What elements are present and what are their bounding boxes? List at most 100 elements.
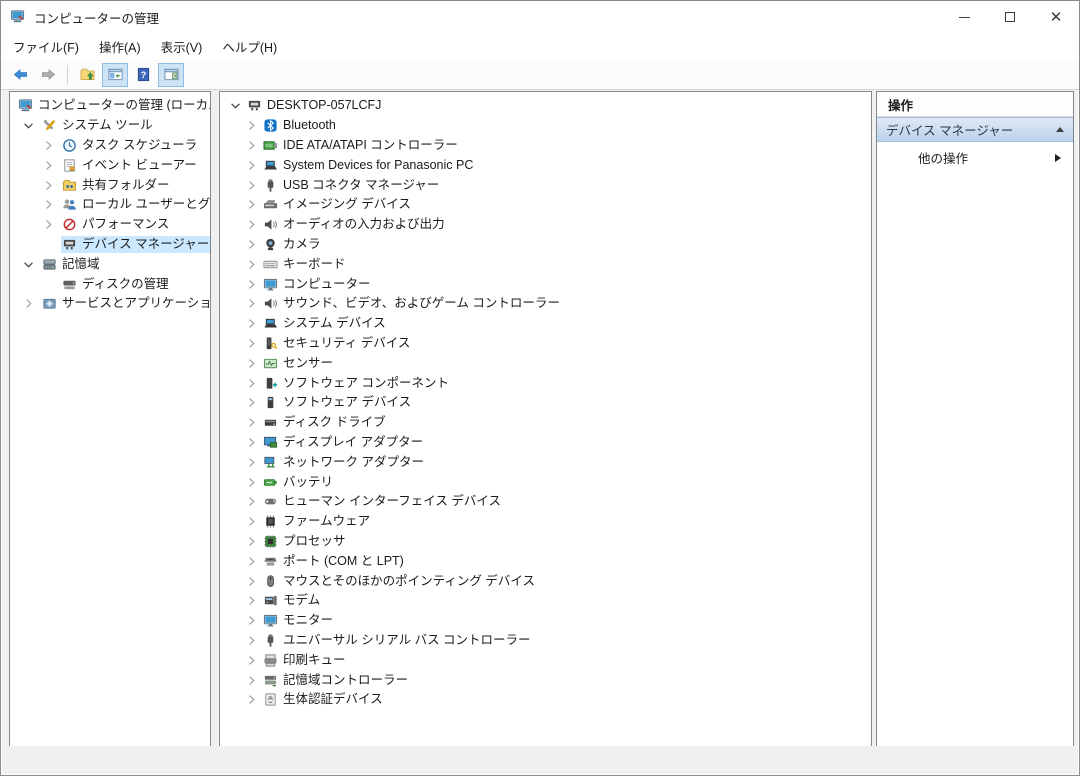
chevron-right-icon[interactable] [244, 633, 262, 648]
device-tree-item[interactable]: キーボード [220, 254, 871, 274]
device-tree-item[interactable]: オーディオの入力および出力 [220, 215, 871, 235]
chevron-right-icon[interactable] [244, 514, 262, 529]
close-button[interactable]: ✕ [1033, 1, 1079, 33]
console-tree-item[interactable]: パフォーマンス [10, 215, 210, 235]
device-tree-item[interactable]: ネットワーク アダプター [220, 452, 871, 472]
chevron-right-icon[interactable] [244, 217, 262, 232]
device-tree-item[interactable]: イメージング デバイス [220, 195, 871, 215]
device-tree-item[interactable]: IDE ATA/ATAPI コントローラー [220, 136, 871, 156]
collapse-icon[interactable] [1056, 127, 1064, 132]
chevron-right-icon[interactable] [244, 494, 262, 509]
chevron-right-icon[interactable] [244, 574, 262, 589]
console-tree-item[interactable]: システム ツール [10, 116, 210, 136]
chevron-down-icon[interactable] [21, 257, 41, 272]
console-tree-item[interactable]: コンピューターの管理 (ローカル) [10, 96, 210, 116]
chevron-right-icon[interactable] [244, 178, 262, 193]
device-tree-item[interactable]: バッテリ [220, 472, 871, 492]
device-tree-item[interactable]: ファームウェア [220, 512, 871, 532]
menu-item[interactable]: 表示(V) [151, 33, 213, 60]
chevron-right-icon[interactable] [244, 415, 262, 430]
chevron-right-icon[interactable] [244, 138, 262, 153]
chevron-right-icon[interactable] [244, 455, 262, 470]
chevron-right-icon[interactable] [244, 376, 262, 391]
maximize-button[interactable] [987, 1, 1033, 33]
chevron-right-icon[interactable] [244, 118, 262, 133]
chevron-right-icon[interactable] [244, 692, 262, 707]
chevron-right-icon[interactable] [244, 197, 262, 212]
device-tree-item[interactable]: カメラ [220, 235, 871, 255]
chevron-right-icon[interactable] [244, 534, 262, 549]
chevron-right-icon[interactable] [244, 593, 262, 608]
chevron-right-icon[interactable] [244, 613, 262, 628]
chevron-right-icon[interactable] [244, 673, 262, 688]
show-action-pane-button[interactable] [158, 63, 184, 87]
actions-group-device-manager[interactable]: デバイス マネージャー [877, 117, 1073, 142]
minimize-button[interactable] [941, 1, 987, 33]
chevron-right-icon[interactable] [244, 277, 262, 292]
help-button[interactable]: ? [130, 63, 156, 87]
device-tree-item[interactable]: モニター [220, 611, 871, 631]
device-tree-item[interactable]: ソフトウェア デバイス [220, 393, 871, 413]
device-tree-item[interactable]: プロセッサ [220, 532, 871, 552]
console-tree-item[interactable]: タスク スケジューラ [10, 136, 210, 156]
console-tree-item[interactable]: イベント ビューアー [10, 155, 210, 175]
chevron-right-icon[interactable] [244, 653, 262, 668]
device-tree-item[interactable]: マウスとそのほかのポインティング デバイス [220, 571, 871, 591]
device-tree-item[interactable]: ディスク ドライブ [220, 413, 871, 433]
menu-item[interactable]: ファイル(F) [3, 33, 89, 60]
chevron-down-icon[interactable] [21, 118, 41, 133]
chevron-right-icon[interactable] [41, 178, 61, 193]
chevron-right-icon[interactable] [244, 356, 262, 371]
console-tree-item[interactable]: 記憶域 [10, 254, 210, 274]
forward-button[interactable] [35, 63, 61, 87]
device-tree-item[interactable]: モデム [220, 591, 871, 611]
chevron-right-icon[interactable] [244, 475, 262, 490]
device-tree-item[interactable]: 記憶域コントローラー [220, 670, 871, 690]
chevron-right-icon[interactable] [41, 138, 61, 153]
chevron-right-icon[interactable] [244, 336, 262, 351]
chevron-right-icon[interactable] [244, 395, 262, 410]
device-tree-item[interactable]: システム デバイス [220, 314, 871, 334]
show-console-tree-button[interactable] [102, 63, 128, 87]
device-tree-item[interactable]: DESKTOP-057LCFJ [220, 96, 871, 116]
chevron-right-icon[interactable] [244, 435, 262, 450]
device-tree-item[interactable]: ポート (COM と LPT) [220, 551, 871, 571]
chevron-right-icon[interactable] [41, 197, 61, 212]
storage-stack-icon [42, 257, 57, 272]
console-tree-item[interactable]: デバイス マネージャー [10, 235, 210, 255]
device-tree-item[interactable]: ディスプレイ アダプター [220, 433, 871, 453]
chevron-right-icon[interactable] [244, 554, 262, 569]
chevron-right-icon[interactable] [244, 296, 262, 311]
chevron-right-icon[interactable] [244, 158, 262, 173]
menu-item[interactable]: 操作(A) [89, 33, 151, 60]
device-tree-item[interactable]: ユニバーサル シリアル バス コントローラー [220, 631, 871, 651]
more-actions-item[interactable]: 他の操作 [877, 142, 1073, 173]
menu-item[interactable]: ヘルプ(H) [212, 33, 287, 60]
console-tree-item[interactable]: ローカル ユーザーとグループ [10, 195, 210, 215]
chevron-right-icon[interactable] [244, 237, 262, 252]
chevron-right-icon[interactable] [41, 158, 61, 173]
chevron-right-icon[interactable] [244, 257, 262, 272]
device-tree-item[interactable]: USB コネクタ マネージャー [220, 175, 871, 195]
device-tree-item[interactable]: Bluetooth [220, 116, 871, 136]
device-tree-item[interactable]: ヒューマン インターフェイス デバイス [220, 492, 871, 512]
device-tree-item[interactable]: コンピューター [220, 274, 871, 294]
chevron-right-icon[interactable] [41, 217, 61, 232]
back-button[interactable] [7, 63, 33, 87]
chevron-down-icon[interactable] [228, 98, 246, 113]
device-tree-item[interactable]: System Devices for Panasonic PC [220, 155, 871, 175]
console-tree-item[interactable]: 共有フォルダー [10, 175, 210, 195]
up-one-level-button[interactable] [74, 63, 100, 87]
device-tree-item[interactable]: ソフトウェア コンポーネント [220, 373, 871, 393]
chevron-right-icon[interactable] [244, 316, 262, 331]
toolbar-separator [67, 65, 68, 85]
device-tree-item[interactable]: サウンド、ビデオ、およびゲーム コントローラー [220, 294, 871, 314]
device-tree-item[interactable]: センサー [220, 353, 871, 373]
device-tree-item[interactable]: セキュリティ デバイス [220, 334, 871, 354]
chevron-right-icon[interactable] [21, 296, 41, 311]
device-tree-item[interactable]: 印刷キュー [220, 650, 871, 670]
console-tree-item[interactable]: ディスクの管理 [10, 274, 210, 294]
device-tree-item-label: マウスとそのほかのポインティング デバイス [283, 574, 535, 589]
console-tree-item[interactable]: サービスとアプリケーション [10, 294, 210, 314]
device-tree-item[interactable]: 生体認証デバイス [220, 690, 871, 710]
